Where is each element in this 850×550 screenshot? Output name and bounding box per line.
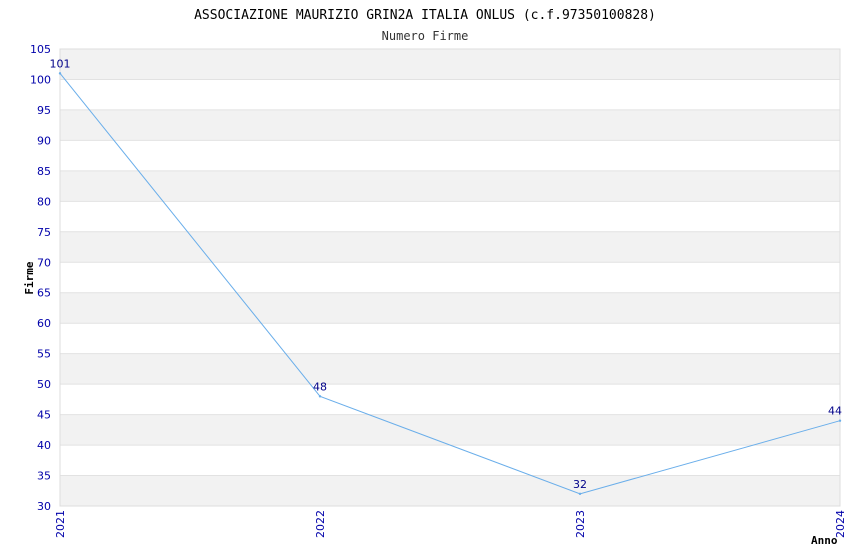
y-tick-label: 90 [37,134,51,147]
data-point [578,492,582,496]
grid-band [60,475,840,506]
y-tick-label: 95 [37,104,51,117]
y-tick-label: 55 [37,348,51,361]
data-point [838,419,842,422]
line-chart: 30 35 40 45 50 55 60 65 70 75 80 85 90 95 100 105 2021 2… [23,8,847,547]
grid-band [60,109,840,141]
x-tick-label: 2021 [54,510,67,538]
grid-band [60,292,840,324]
y-tick-label: 70 [37,256,51,269]
y-axis-label: Firme [23,261,36,294]
data-point [318,395,322,398]
x-axis-label: Anno [811,534,838,547]
data-label: 32 [573,478,587,491]
y-tick-label: 85 [37,165,51,178]
y-tick-label: 60 [37,317,51,330]
data-label: 101 [50,57,71,70]
y-tick-label: 100 [30,73,51,86]
y-tick-label: 30 [37,500,51,513]
grid-bands [60,49,840,506]
chart-title: ASSOCIAZIONE MAURIZIO GRIN2A ITALIA ONLU… [194,8,656,23]
y-tick-label: 75 [37,226,51,239]
y-tick-label: 50 [37,378,51,391]
y-tick-label: 65 [37,287,51,300]
y-tick-label: 45 [37,409,51,422]
chart-subtitle: Numero Firme [382,29,469,43]
x-tick-label: 2022 [314,510,327,538]
y-tick-label: 40 [37,439,51,452]
x-tick-label: 2023 [574,510,587,538]
y-tick-label: 105 [30,43,51,56]
grid-band [60,414,840,446]
grid-band [60,170,840,202]
x-axis-ticks: 2021 2022 2023 2024 [54,510,847,538]
grid-band [60,231,840,263]
grid-band [60,49,840,80]
data-label: 44 [828,405,842,418]
y-tick-label: 35 [37,470,51,483]
y-tick-label: 80 [37,195,51,208]
grid-band [60,353,840,385]
data-label: 48 [313,380,327,393]
data-point [58,72,62,75]
